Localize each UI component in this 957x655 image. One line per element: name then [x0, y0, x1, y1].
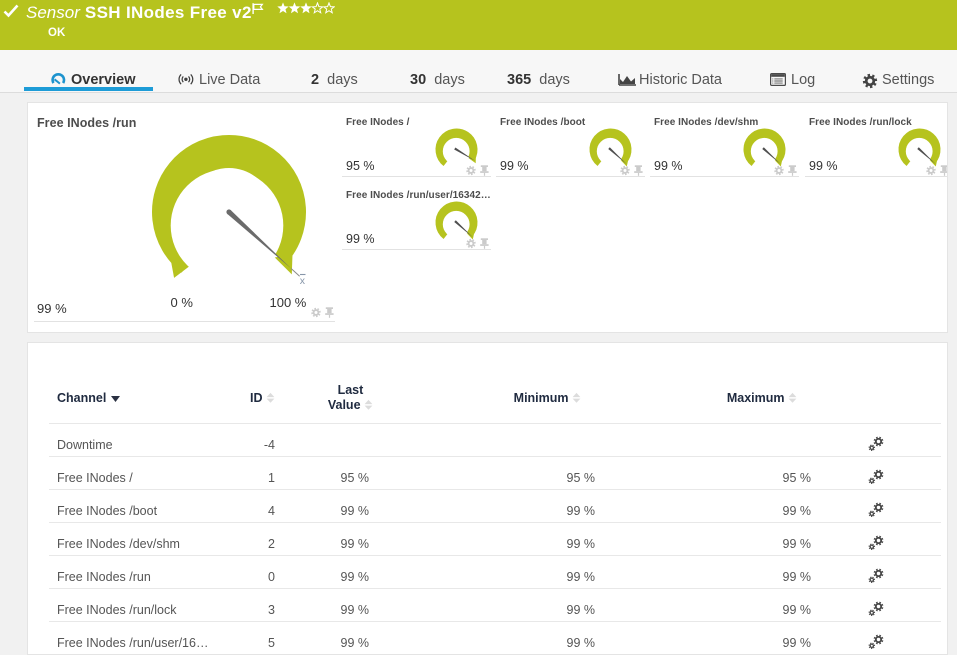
svg-text:x: x [300, 275, 306, 287]
